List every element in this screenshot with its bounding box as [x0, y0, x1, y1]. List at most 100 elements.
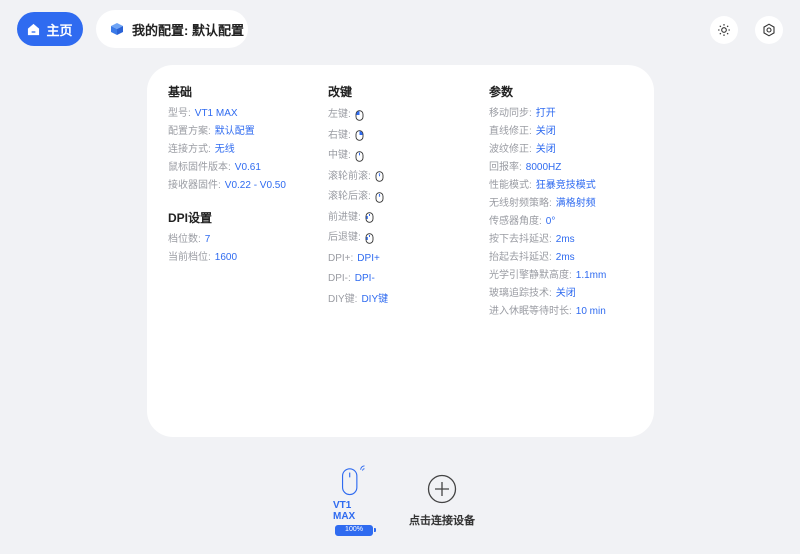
dpi-value: 1600: [214, 252, 238, 263]
param-row: 波纹修正: 关闭: [489, 141, 606, 159]
param-label: 波纹修正:: [489, 144, 532, 155]
basic-row: 接收器固件: V0.22 - V0.50: [168, 177, 286, 195]
param-value: 打开: [535, 108, 556, 119]
param-label: 直线修正:: [489, 126, 532, 137]
params-title: 参数: [489, 85, 514, 99]
key-binding-row: 中键:: [328, 146, 388, 167]
param-label: 无线射频策略:: [489, 198, 552, 209]
param-value: 关闭: [555, 288, 576, 299]
param-value: 2ms: [555, 252, 575, 263]
sun-icon: [718, 24, 730, 36]
param-value: 关闭: [535, 126, 556, 137]
key-binding-label: 左键:: [328, 109, 351, 120]
basic-value: V0.22 - V0.50: [224, 180, 286, 191]
basic-row: 型号: VT1 MAX: [168, 105, 286, 123]
basic-label: 鼠标固件版本:: [168, 162, 231, 173]
param-row: 进入休眠等待时长: 10 min: [489, 303, 606, 321]
param-label: 玻璃追踪技术:: [489, 288, 552, 299]
key-binding-label: 中键:: [328, 150, 351, 161]
key-binding-row: 右键:: [328, 126, 388, 147]
param-value: 10 min: [575, 306, 606, 317]
param-row: 移动同步: 打开: [489, 105, 606, 123]
param-row: 按下去抖延迟: 2ms: [489, 231, 606, 249]
key-binding-label: 右键:: [328, 129, 351, 141]
add-device-label: 点击连接设备: [409, 515, 475, 527]
basic-row: 连接方式: 无线: [168, 141, 286, 159]
keys-title: 改键: [328, 85, 353, 99]
mouse-back-icon: [365, 232, 374, 244]
keys-column: 改键 左键: 右键: 中键: 滚轮前滚: 滚轮后滚: 前进键: 后退键: DPI+: DPI+ D…: [328, 83, 388, 310]
basic-label: 接收器固件:: [168, 180, 221, 191]
param-value: 满格射频: [555, 198, 596, 209]
basic-value: VT1 MAX: [194, 108, 238, 119]
param-row: 传感器角度: 0°: [489, 213, 606, 231]
home-button[interactable]: 主页: [17, 12, 83, 46]
param-row: 玻璃追踪技术: 关闭: [489, 285, 606, 303]
key-binding-label: 后退键:: [328, 232, 361, 243]
key-binding-value: DIY键: [361, 293, 389, 305]
key-binding-row: 左键:: [328, 105, 388, 126]
key-binding-label: DIY键:: [328, 293, 358, 305]
plus-circle-icon: [427, 474, 457, 504]
mouse-left-icon: [355, 109, 364, 121]
param-value: 关闭: [535, 144, 556, 155]
config-label: 我的配置: 默认配置: [132, 22, 244, 38]
scroll-down-icon: [375, 191, 384, 203]
key-binding-value: DPI+: [357, 252, 380, 264]
mouse-middle-icon: [355, 150, 364, 162]
settings-button[interactable]: [755, 16, 783, 44]
add-device-button[interactable]: 点击连接设备: [406, 474, 478, 528]
basic-row: 鼠标固件版本: V0.61: [168, 159, 286, 177]
key-binding-row: DIY键: DIY键: [328, 290, 388, 311]
key-binding-value: DPI-: [354, 273, 375, 284]
param-label: 按下去抖延迟:: [489, 234, 552, 245]
key-binding-label: DPI-:: [328, 273, 351, 284]
key-binding-label: DPI+:: [328, 252, 354, 264]
param-label: 光学引擎静默高度:: [489, 270, 572, 281]
wireless-mouse-icon: [341, 465, 365, 496]
key-binding-label: 滚轮后滚:: [328, 191, 371, 202]
config-selector[interactable]: 我的配置: 默认配置: [96, 10, 248, 48]
key-binding-row: 滚轮后滚:: [328, 187, 388, 208]
basic-value: 默认配置: [214, 126, 255, 137]
param-label: 回报率:: [489, 162, 522, 173]
basic-label: 型号:: [168, 108, 191, 119]
dpi-label: 档位数:: [168, 234, 201, 245]
connected-device[interactable]: VT1 MAX 100%: [333, 464, 376, 536]
battery-indicator: 100%: [335, 525, 376, 536]
key-binding-row: DPI+: DPI+: [328, 249, 388, 270]
dpi-label: 当前档位:: [168, 252, 211, 263]
scroll-up-icon: [375, 171, 384, 183]
home-icon: [28, 23, 40, 35]
param-value: 1.1mm: [575, 270, 607, 281]
basic-label: 连接方式:: [168, 144, 211, 155]
key-binding-row: 前进键:: [328, 208, 388, 229]
key-binding-row: 后退键:: [328, 228, 388, 249]
theme-toggle-button[interactable]: [710, 16, 738, 44]
basic-value: V0.61: [234, 162, 261, 173]
key-binding-label: 前进键:: [328, 211, 361, 223]
key-binding-label: 滚轮前滚:: [328, 170, 371, 182]
param-label: 移动同步:: [489, 108, 532, 119]
device-name: VT1 MAX: [333, 500, 356, 523]
dpi-value: 7: [204, 234, 211, 245]
param-row: 抬起去抖延迟: 2ms: [489, 249, 606, 267]
param-value: 8000HZ: [525, 162, 562, 173]
param-row: 无线射频策略: 满格射频: [489, 195, 606, 213]
param-label: 性能模式:: [489, 180, 532, 191]
dpi-row: 档位数: 7: [168, 231, 286, 249]
param-row: 性能模式: 狂暴竞技模式: [489, 177, 606, 195]
key-binding-row: DPI-: DPI-: [328, 269, 388, 290]
dpi-row: 当前档位: 1600: [168, 249, 286, 267]
param-label: 传感器角度:: [489, 216, 542, 227]
mouse-right-icon: [355, 130, 364, 142]
device-info-card: 基础 型号: VT1 MAX 配置方案: 默认配置 连接方式: 无线 鼠标固件版本: V0.6…: [147, 65, 654, 437]
param-row: 直线修正: 关闭: [489, 123, 606, 141]
param-label: 进入休眠等待时长:: [489, 306, 572, 317]
basic-value: 无线: [214, 144, 235, 155]
home-label: 主页: [46, 22, 73, 38]
cube-icon: [111, 23, 123, 35]
basic-label: 配置方案:: [168, 126, 211, 137]
basic-title: 基础: [168, 85, 193, 99]
gear-icon: [763, 23, 775, 37]
